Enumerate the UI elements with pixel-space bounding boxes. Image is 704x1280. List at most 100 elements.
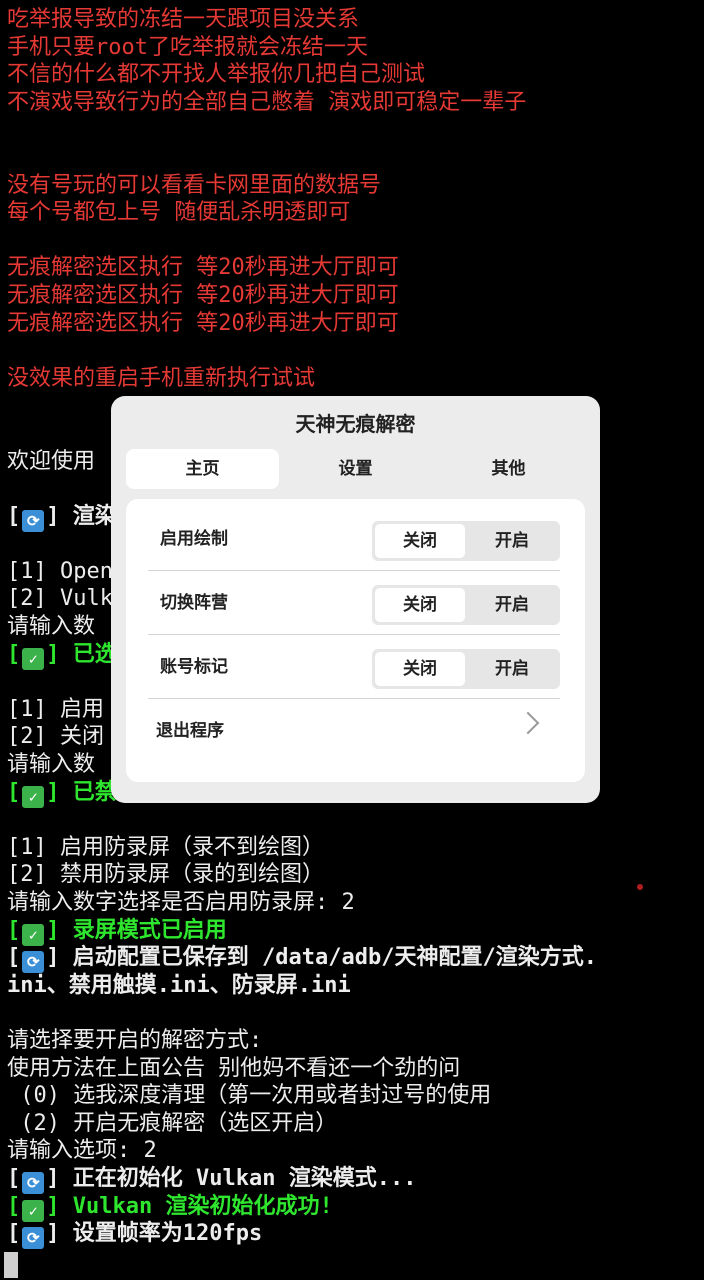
terminal-line-text: 使用方法在上面公告 别他妈不看还一个劲的问 [7,1055,461,1081]
terminal-line-text: Vulkan 渲染初始化成功! [59,1193,333,1219]
terminal-line-text: 启动配置已保存到 /data/adb/天神配置/渲染方式. [59,945,597,971]
draw-off-button[interactable]: 关闭 [375,524,465,558]
terminal-line: [1] 启用防录屏（录不到绘图） [7,834,702,862]
bracket: ] [46,641,60,667]
tab-settings[interactable]: 设置 [279,449,432,489]
terminal-line: 吃举报导致的冻结一天跟项目没关系 [7,6,702,34]
terminal-line-text: ini、禁用触摸.ini、防录屏.ini [7,972,351,998]
terminal-line: 使用方法在上面公告 别他妈不看还一个劲的问 [7,1055,702,1083]
terminal-line: [2] 禁用防录屏（录的到绘图） [7,861,702,889]
terminal-line-text: 没效果的重启手机重新执行试试 [7,365,316,391]
terminal-line-text: 手机只要root了吃举报就会冻结一天 [7,34,368,60]
dialog-title: 天神无痕解密 [295,412,416,436]
terminal-line: 无痕解密选区执行 等20秒再进大厅即可 [7,310,702,338]
terminal-line-text: 已选 [59,641,117,667]
tab-bar: 主页 设置 其他 [126,449,585,489]
bracket: ] [46,917,60,943]
terminal-line: ini、禁用触摸.ini、防录屏.ini [7,972,702,1000]
account-mark-off-button[interactable]: 关闭 [375,652,465,686]
terminal-line-text: (0) 选我深度清理（第一次用或者封过号的使用 [7,1083,492,1109]
bracket: ] [46,1221,60,1247]
bracket: [ [7,1165,21,1191]
terminal-line: [✓] Vulkan 渲染初始化成功! [7,1193,702,1222]
terminal-line-text: 正在初始化 Vulkan 渲染模式... [59,1165,417,1191]
terminal-line-text: [1] 启用防录屏（录不到绘图） [7,834,324,860]
check-icon: ✓ [22,923,45,946]
terminal-line: (2) 开启无痕解密（选区开启） [7,1110,702,1138]
terminal-line-text: 无痕解密选区执行 等20秒再进大厅即可 [7,282,399,308]
terminal-line-text: 设置帧率为120fps [59,1221,263,1247]
exit-label: 退出程序 [156,721,224,741]
bracket: [ [7,945,21,971]
faction-toggle: 关闭 开启 [372,585,560,625]
check-icon: ✓ [22,1199,45,1222]
terminal-line-text: 无痕解密选区执行 等20秒再进大厅即可 [7,255,399,281]
refresh-icon: ⟳ [22,951,45,974]
terminal-line: 没效果的重启手机重新执行试试 [7,365,702,393]
check-icon: ✓ [22,785,45,808]
terminal-line: 每个号都包上号 随便乱杀明透即可 [7,199,702,227]
tab-home[interactable]: 主页 [126,449,279,489]
terminal-line: 无痕解密选区执行 等20秒再进大厅即可 [7,254,702,282]
bracket: [ [7,1221,21,1247]
refresh-icon: ⟳ [22,509,45,532]
red-dot-marker [637,884,643,890]
terminal-line-text: [1] 启用 [7,696,104,722]
terminal-line-text: 吃举报导致的冻结一天跟项目没关系 [7,7,360,32]
setting-label: 启用绘制 [160,529,228,549]
terminal-line: 请输入数字选择是否启用防录屏: 2 [7,889,702,917]
setting-row-draw: 启用绘制 关闭 开启 [148,507,560,571]
terminal-line-text: 录屏模式已启用 [59,917,227,943]
terminal-line: (0) 选我深度清理（第一次用或者封过号的使用 [7,1082,702,1110]
terminal-line: [⟳] 启动配置已保存到 /data/adb/天神配置/渲染方式. [7,944,702,974]
chevron-right-icon [516,711,540,735]
bracket: ] [46,1165,60,1191]
terminal-line: 没有号玩的可以看看卡网里面的数据号 [7,172,702,200]
terminal-line-text: 请输入数 [7,752,96,778]
terminal-line: [✓] 录屏模式已启用 [7,917,702,946]
terminal-line-text: 不信的什么都不开找人举报你几把自己测试 [7,62,426,88]
terminal-line: 无痕解密选区执行 等20秒再进大厅即可 [7,282,702,310]
account-mark-on-button[interactable]: 开启 [467,652,557,686]
bracket: ] [46,503,60,529]
terminal-line: 手机只要root了吃举报就会冻结一天 [7,34,702,62]
terminal-line-text: 请输入数字选择是否启用防录屏: 2 [7,890,355,915]
terminal-line-text: [2] Vulk [7,586,113,612]
terminal-line-text: 请选择要开启的解密方式: [7,1027,263,1053]
setting-label: 切换阵营 [160,593,228,613]
decrypt-dialog: 天神无痕解密 主页 设置 其他 启用绘制 关闭 开启 切换阵营 关闭 开启 账号… [111,396,600,803]
bracket: [ [7,641,21,667]
faction-off-button[interactable]: 关闭 [375,588,465,622]
terminal-cursor [4,1252,18,1278]
terminal-line: 不信的什么都不开找人举报你几把自己测试 [7,61,702,89]
terminal-line: [⟳] 设置帧率为120fps [7,1220,702,1250]
faction-on-button[interactable]: 开启 [467,588,557,622]
terminal-line-text: 欢迎使用 [7,448,96,474]
terminal-line-text: 每个号都包上号 随便乱杀明透即可 [7,200,351,226]
tab-other[interactable]: 其他 [432,449,585,489]
terminal-line: 请输入选项: 2 [7,1137,702,1165]
terminal-line: [⟳] 正在初始化 Vulkan 渲染模式... [7,1165,702,1194]
draw-on-button[interactable]: 开启 [467,524,557,558]
setting-row-account-mark: 账号标记 关闭 开启 [148,635,560,699]
setting-label: 账号标记 [160,657,228,677]
bracket: ] [46,945,60,971]
draw-toggle: 关闭 开启 [372,521,560,561]
terminal-line-text: 请输入选项: 2 [7,1138,157,1164]
terminal-line: 请选择要开启的解密方式: [7,1027,702,1055]
exit-row[interactable]: 退出程序 [148,699,560,763]
terminal-line-text: 没有号玩的可以看看卡网里面的数据号 [7,172,382,198]
terminal-line-text: 不演戏导致行为的全部自己憋着 演戏即可稳定一辈子 [7,89,527,115]
bracket: [ [7,779,21,805]
bracket: ] [46,779,60,805]
terminal-line-text: [2] 关闭 [7,724,104,750]
terminal-line: 不演戏导致行为的全部自己憋着 演戏即可稳定一辈子 [7,89,702,117]
terminal-line-text: [1] Open [7,558,113,584]
terminal-line-text: (2) 开启无痕解密（选区开启） [7,1110,338,1136]
